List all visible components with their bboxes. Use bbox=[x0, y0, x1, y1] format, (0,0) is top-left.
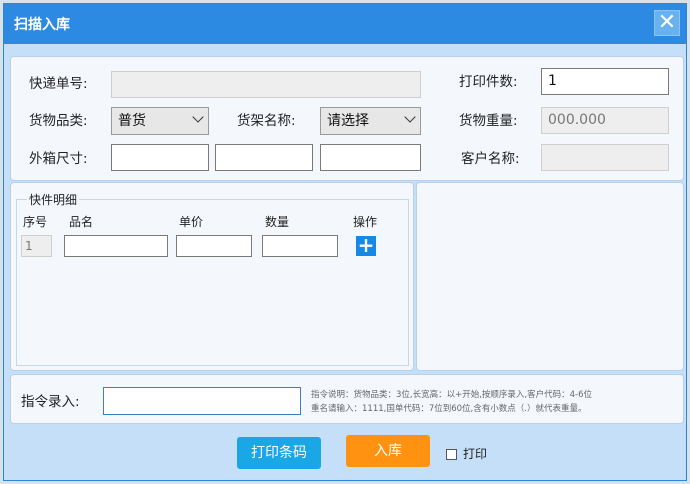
command-hint-line2: 重名请输入：1111,国单代码：7位到60位,含有小数点（.）就代表重量。 bbox=[311, 404, 587, 414]
title-bar: 扫描入库 ✕ bbox=[4, 4, 686, 44]
col-name: 品名 bbox=[69, 215, 94, 229]
col-index: 序号 bbox=[23, 215, 48, 229]
customer-label: 客户名称: bbox=[461, 151, 520, 167]
print-checkbox[interactable] bbox=[446, 449, 457, 460]
shelf-selected-value: 请选择 bbox=[327, 113, 369, 129]
item-price-input[interactable] bbox=[176, 235, 252, 257]
box-height-input[interactable] bbox=[320, 144, 421, 171]
scan-stock-in-dialog: 扫描入库 ✕ 快递单号: 打印件数: 1 货物品类: 普货 货架名称: 请选择 … bbox=[3, 3, 687, 481]
add-item-icon[interactable]: + bbox=[356, 235, 376, 256]
stock-in-button[interactable]: 入库 bbox=[346, 435, 430, 467]
category-label: 货物品类: bbox=[29, 113, 88, 129]
tracking-number-label: 快递单号: bbox=[29, 76, 88, 92]
items-panel: 快件明细 序号 品名 单价 数量 操作 1 + bbox=[10, 182, 414, 371]
weight-label: 货物重量: bbox=[459, 113, 518, 129]
weight-input[interactable]: 000.000 bbox=[541, 107, 669, 134]
shelf-label: 货架名称: bbox=[237, 113, 296, 129]
window-title: 扫描入库 bbox=[14, 17, 70, 33]
box-width-input[interactable] bbox=[215, 144, 313, 171]
close-icon[interactable]: ✕ bbox=[654, 10, 680, 36]
box-length-input[interactable] bbox=[111, 144, 209, 171]
category-select[interactable]: 普货 bbox=[111, 107, 209, 135]
print-count-input[interactable]: 1 bbox=[541, 68, 669, 95]
chevron-down-icon bbox=[192, 111, 204, 123]
chevron-down-icon bbox=[404, 111, 416, 123]
col-quantity: 数量 bbox=[265, 215, 290, 229]
command-input[interactable] bbox=[103, 387, 301, 415]
print-barcode-button[interactable]: 打印条码 bbox=[237, 437, 321, 469]
item-name-input[interactable] bbox=[64, 235, 168, 257]
command-hint-line1: 指令说明：货物品类：3位,长宽高：以+开始,按顺序录入,客户代码：4-6位 bbox=[311, 390, 593, 400]
box-size-label: 外箱尺寸: bbox=[29, 151, 88, 167]
print-checkbox-label: 打印 bbox=[463, 447, 488, 461]
row-index-field: 1 bbox=[21, 235, 52, 257]
preview-panel bbox=[416, 182, 684, 371]
shelf-select[interactable]: 请选择 bbox=[320, 107, 421, 135]
form-panel: 快递单号: 打印件数: 1 货物品类: 普货 货架名称: 请选择 货物重量: 0… bbox=[10, 56, 684, 181]
col-price: 单价 bbox=[179, 215, 204, 229]
command-panel: 指令录入: 指令说明：货物品类：3位,长宽高：以+开始,按顺序录入,客户代码：4… bbox=[10, 374, 684, 424]
tracking-number-input[interactable] bbox=[111, 71, 421, 98]
items-group-title: 快件明细 bbox=[27, 191, 80, 208]
customer-input[interactable] bbox=[541, 144, 669, 171]
col-action: 操作 bbox=[353, 215, 378, 229]
item-quantity-input[interactable] bbox=[262, 235, 338, 257]
category-selected-value: 普货 bbox=[118, 113, 146, 129]
command-label: 指令录入: bbox=[21, 394, 80, 410]
print-count-label: 打印件数: bbox=[459, 74, 518, 90]
